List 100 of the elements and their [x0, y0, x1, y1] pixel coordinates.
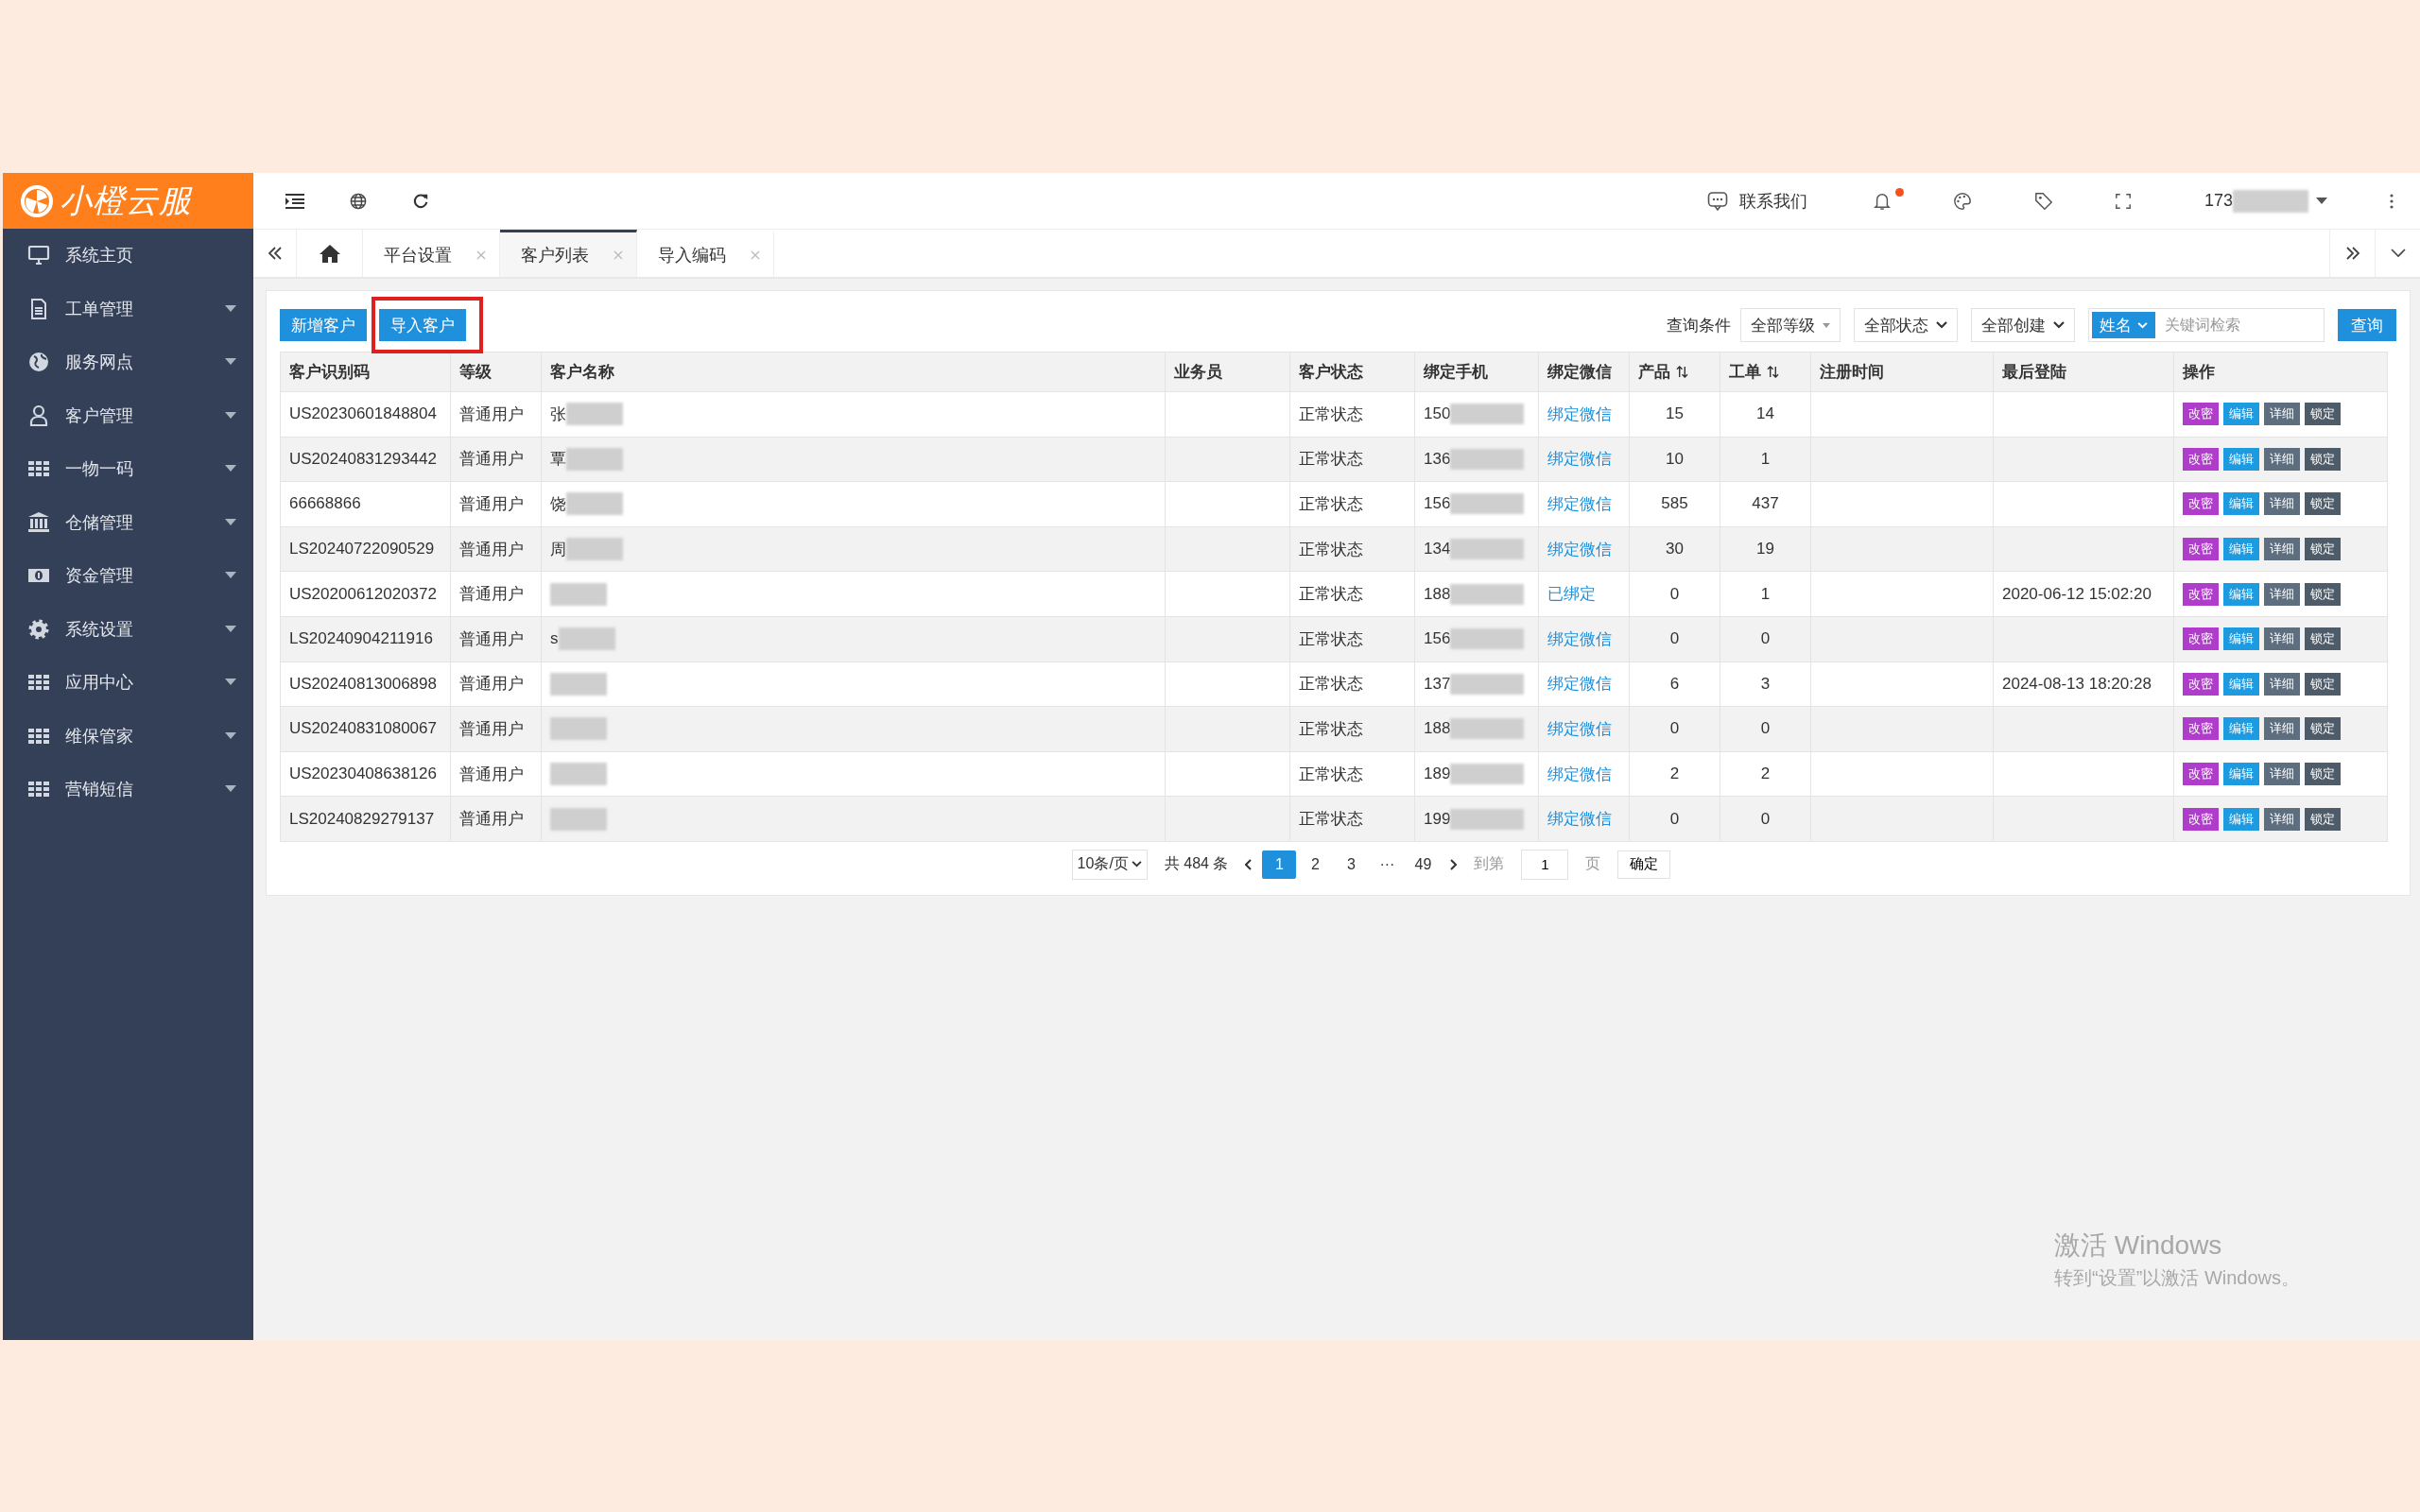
sidebar-item[interactable]: 仓储管理 [3, 495, 253, 549]
page-button[interactable]: 1 [1262, 850, 1297, 879]
fullscreen-icon[interactable] [2115, 193, 2131, 209]
action-button[interactable]: 锁定 [2305, 763, 2341, 786]
more-icon[interactable] [2390, 193, 2394, 209]
action-button[interactable]: 编辑 [2223, 403, 2259, 426]
action-button[interactable]: 锁定 [2305, 403, 2341, 426]
action-button[interactable]: 锁定 [2305, 492, 2341, 516]
action-button[interactable]: 编辑 [2223, 807, 2259, 831]
page-button[interactable]: 2 [1298, 850, 1333, 879]
sort-icon[interactable] [1676, 366, 1688, 378]
chat-icon[interactable] [1706, 190, 1728, 212]
action-button[interactable]: 编辑 [2223, 582, 2259, 606]
phone-prefix: 188 [1424, 719, 1451, 739]
table-cell: 普通用户 [459, 450, 524, 469]
sidebar-item[interactable]: 维保管家 [3, 709, 253, 763]
action-button[interactable]: 详细 [2264, 807, 2300, 831]
action-button[interactable]: 改密 [2183, 447, 2219, 471]
action-button[interactable]: 改密 [2183, 492, 2219, 516]
table-cell: 正常状态 [1299, 404, 1363, 423]
action-button[interactable]: 改密 [2183, 538, 2219, 561]
sidebar-item[interactable]: 资金管理 [3, 549, 253, 603]
logo-icon [20, 183, 54, 218]
action-button[interactable]: 锁定 [2305, 582, 2341, 606]
table-cell: US20230408638126 [289, 765, 437, 783]
table-cell: 普通用户 [459, 585, 524, 604]
table-cell: 0 [1669, 719, 1680, 738]
page-input[interactable]: 1 [1521, 849, 1569, 880]
username[interactable]: 173 [2204, 191, 2233, 211]
redaction-block [550, 807, 607, 831]
action-button[interactable]: 详细 [2264, 582, 2300, 606]
action-button[interactable]: 详细 [2264, 627, 2300, 651]
action-button[interactable]: 锁定 [2305, 717, 2341, 741]
query-button[interactable]: 查询 [2338, 309, 2396, 341]
page-button[interactable]: ··· [1370, 850, 1405, 879]
user-icon [27, 404, 50, 427]
gear-icon [27, 617, 50, 641]
palette-icon[interactable] [1952, 191, 1972, 211]
chevron-left-icon[interactable] [1245, 858, 1253, 870]
column-header: 业务员 [1174, 363, 1222, 381]
filter-select[interactable]: 全部等级 [1740, 308, 1841, 342]
toolbar-button[interactable]: 新增客户 [280, 309, 367, 341]
sidebar-item[interactable]: 工单管理 [3, 282, 253, 335]
search-field[interactable]: 姓名 关键词检索 [2088, 308, 2325, 342]
sidebar-item[interactable]: 一物一码 [3, 442, 253, 496]
action-button[interactable]: 详细 [2264, 672, 2300, 696]
filter-select[interactable]: 全部状态 [1854, 308, 1958, 342]
sidebar-item[interactable]: 营销短信 [3, 763, 253, 816]
monitor-icon [27, 244, 50, 267]
page-size-select[interactable]: 10条/页 [1071, 849, 1148, 880]
toolbar-button[interactable]: 导入客户 [379, 309, 466, 341]
contact-link[interactable]: 联系我们 [1738, 189, 1807, 213]
action-button[interactable]: 详细 [2264, 403, 2300, 426]
action-button[interactable]: 改密 [2183, 403, 2219, 426]
action-button[interactable]: 锁定 [2305, 672, 2341, 696]
sort-icon[interactable] [1767, 366, 1779, 378]
sidebar-item[interactable]: 应用中心 [3, 656, 253, 710]
action-button[interactable]: 详细 [2264, 447, 2300, 471]
column-header: 操作 [2183, 363, 2215, 381]
action-button[interactable]: 锁定 [2305, 447, 2341, 471]
sidebar-item[interactable]: 系统设置 [3, 602, 253, 656]
bell-icon[interactable] [1873, 191, 1891, 211]
filter-select[interactable]: 全部创建 [1971, 308, 2075, 342]
sidebar-item[interactable]: 系统主页 [3, 229, 253, 283]
action-button[interactable]: 改密 [2183, 627, 2219, 651]
action-button[interactable]: 详细 [2264, 492, 2300, 516]
action-button[interactable]: 锁定 [2305, 538, 2341, 561]
confirm-button[interactable]: 确定 [1617, 850, 1671, 879]
refresh-icon[interactable] [412, 192, 429, 210]
page-button[interactable]: 49 [1406, 850, 1441, 879]
sidebar-item[interactable]: 客户管理 [3, 388, 253, 442]
page-button[interactable]: 3 [1334, 850, 1369, 879]
chevron-right-icon[interactable] [1449, 858, 1458, 870]
action-button[interactable]: 编辑 [2223, 627, 2259, 651]
action-button[interactable]: 改密 [2183, 763, 2219, 786]
phone-prefix: 136 [1424, 449, 1451, 469]
action-button[interactable]: 详细 [2264, 717, 2300, 741]
action-button[interactable]: 改密 [2183, 717, 2219, 741]
table-cell: LS20240829279137 [289, 809, 435, 828]
menu-icon[interactable] [285, 193, 304, 209]
action-button[interactable]: 编辑 [2223, 763, 2259, 786]
action-button[interactable]: 详细 [2264, 763, 2300, 786]
tab[interactable]: 客户列表 [500, 230, 637, 277]
sidebar-item[interactable]: 服务网点 [3, 335, 253, 389]
action-button[interactable]: 编辑 [2223, 492, 2259, 516]
globe-icon[interactable] [350, 192, 367, 210]
action-button[interactable]: 编辑 [2223, 538, 2259, 561]
action-button[interactable]: 改密 [2183, 582, 2219, 606]
tag-icon[interactable] [2033, 191, 2053, 211]
action-button[interactable]: 编辑 [2223, 672, 2259, 696]
caret-icon[interactable] [2316, 197, 2327, 205]
action-button[interactable]: 锁定 [2305, 807, 2341, 831]
action-button[interactable]: 编辑 [2223, 717, 2259, 741]
action-button[interactable]: 详细 [2264, 538, 2300, 561]
action-button[interactable]: 改密 [2183, 672, 2219, 696]
action-button[interactable]: 编辑 [2223, 447, 2259, 471]
table-cell: 14 [1756, 404, 1774, 423]
action-button[interactable]: 锁定 [2305, 627, 2341, 651]
field-select[interactable]: 姓名 [2092, 312, 2155, 338]
action-button[interactable]: 改密 [2183, 807, 2219, 831]
